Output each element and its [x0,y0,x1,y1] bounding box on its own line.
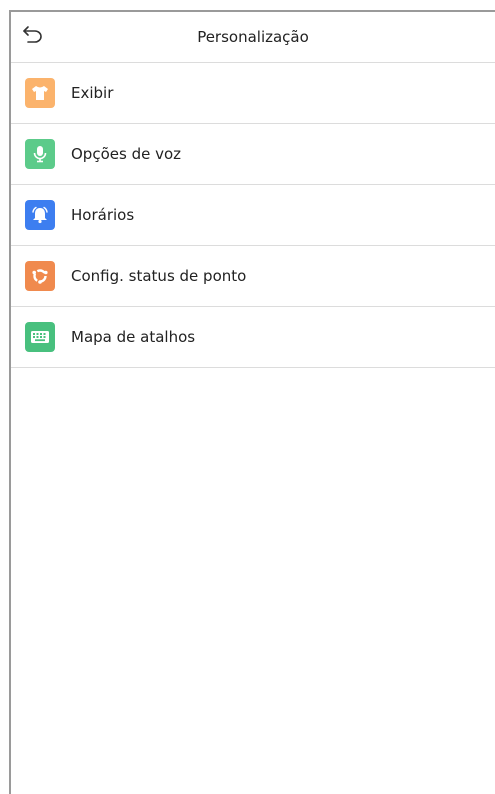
status-cycle-icon [25,261,55,291]
menu-item-label: Exibir [71,84,114,102]
menu-item-horarios[interactable]: Horários [11,185,495,246]
menu-item-mapa-de-atalhos[interactable]: Mapa de atalhos [11,307,495,368]
shirt-icon [25,78,55,108]
menu-item-label: Config. status de ponto [71,267,247,285]
menu-item-label: Opções de voz [71,145,182,163]
menu-item-label: Horários [71,206,135,224]
page-title: Personalização [197,28,309,46]
back-arrow-icon [22,24,44,48]
menu-item-config-status-de-ponto[interactable]: Config. status de ponto [11,246,495,307]
menu-item-label: Mapa de atalhos [71,328,196,346]
back-button[interactable] [21,24,45,48]
keyboard-icon [25,322,55,352]
personalization-screen: Personalização Exibir Opções de voz Horá… [9,10,495,794]
menu-item-exibir[interactable]: Exibir [11,63,495,124]
menu-item-opcoes-de-voz[interactable]: Opções de voz [11,124,495,185]
header-bar: Personalização [11,12,495,63]
bell-alarm-icon [25,200,55,230]
microphone-icon [25,139,55,169]
